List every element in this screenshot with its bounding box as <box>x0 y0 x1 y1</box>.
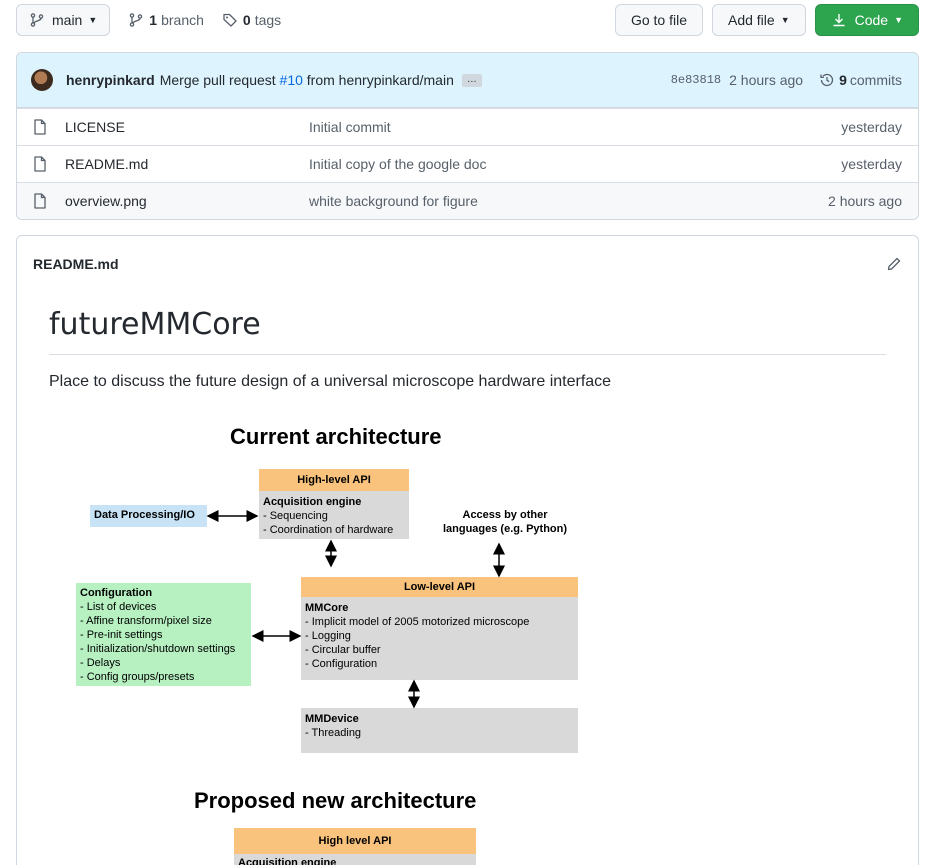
chevron-down-icon: ▼ <box>780 14 790 25</box>
readme-panel: README.md futureMMCore Place to discuss … <box>16 235 919 865</box>
file-commit-message[interactable]: Initial copy of the google doc <box>309 156 841 172</box>
file-icon <box>33 156 49 172</box>
readme-header: README.md <box>17 236 918 292</box>
file-browser: henrypinkard Merge pull request #10 from… <box>16 52 919 220</box>
add-file-label: Add file <box>727 11 775 28</box>
branch-select-button[interactable]: main ▼ <box>16 3 111 36</box>
file-row[interactable]: README.md Initial copy of the google doc… <box>17 145 918 182</box>
file-name[interactable]: README.md <box>65 156 309 172</box>
latest-commit-bar: henrypinkard Merge pull request #10 from… <box>17 53 918 108</box>
pull-request-link[interactable]: #10 <box>280 72 303 88</box>
file-icon <box>33 119 49 135</box>
commit-time[interactable]: 2 hours ago <box>729 72 803 88</box>
add-file-button[interactable]: Add file ▼ <box>711 3 806 36</box>
branch-name: main <box>52 11 83 28</box>
expand-commit-button[interactable]: … <box>461 73 482 87</box>
repo-toolbar: main ▼ 1 branch 0 tags Go to file Add fi… <box>16 3 919 36</box>
commit-message-suffix: from henrypinkard/main <box>306 72 454 88</box>
file-date: yesterday <box>841 156 902 172</box>
tag-icon <box>223 13 237 27</box>
file-date: 2 hours ago <box>828 193 902 209</box>
tag-label: tags <box>254 11 282 28</box>
file-date: yesterday <box>841 119 902 135</box>
readme-content: futureMMCore Place to discuss the future… <box>17 292 918 391</box>
history-icon <box>820 73 834 87</box>
tag-count: 0 <box>242 11 251 28</box>
branch-count: 1 <box>149 11 158 28</box>
readme-description: Place to discuss the future design of a … <box>49 373 612 390</box>
chevron-down-icon: ▼ <box>88 14 98 25</box>
readme-filename: README.md <box>33 256 119 272</box>
tags-link[interactable]: 0 tags <box>222 12 281 28</box>
file-commit-message[interactable]: Initial commit <box>309 119 841 135</box>
branches-link[interactable]: 1 branch <box>128 12 204 28</box>
file-name[interactable]: LICENSE <box>65 119 309 135</box>
file-name[interactable]: overview.png <box>65 193 309 209</box>
download-icon <box>833 13 845 26</box>
file-row[interactable]: overview.png white background for figure… <box>17 182 918 219</box>
commit-message-prefix: Merge pull request <box>159 72 276 88</box>
commits-link[interactable]: 9 commits <box>819 72 902 88</box>
pencil-icon[interactable] <box>886 256 902 272</box>
go-to-file-button[interactable]: Go to file <box>614 3 703 36</box>
commit-sha[interactable]: 8e83818 <box>671 73 721 87</box>
file-commit-message[interactable]: white background for figure <box>309 193 828 209</box>
commit-message[interactable]: Merge pull request #10 from henrypinkard… <box>160 72 454 88</box>
readme-title-heading: futureMMCore <box>49 292 886 355</box>
chevron-down-icon: ▼ <box>894 14 903 25</box>
commits-label: commits <box>849 72 902 88</box>
git-branch-icon <box>30 12 44 27</box>
file-row[interactable]: LICENSE Initial commit yesterday <box>17 108 918 145</box>
git-branch-icon <box>130 12 143 27</box>
code-label: Code <box>854 11 889 28</box>
code-button[interactable]: Code ▼ <box>814 3 919 36</box>
commit-author[interactable]: henrypinkard <box>66 72 155 88</box>
file-icon <box>33 193 49 209</box>
avatar[interactable] <box>31 69 53 91</box>
branch-label: branch <box>161 11 204 28</box>
commit-count: 9 <box>839 72 847 88</box>
